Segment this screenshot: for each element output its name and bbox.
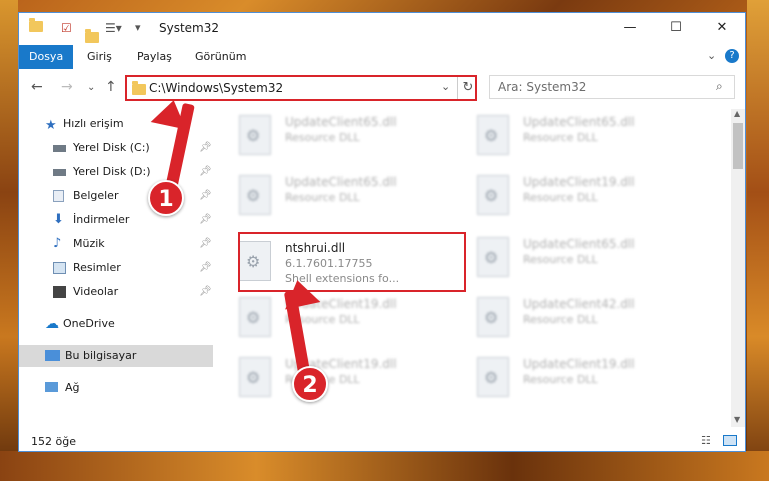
file-item[interactable]: UpdateClient65.dll Resource DLL: [467, 109, 695, 161]
sidebar-item-videos[interactable]: Videolar 📌︎: [19, 281, 213, 303]
pin-icon[interactable]: 📌︎: [199, 257, 212, 279]
scroll-thumb[interactable]: [733, 123, 743, 169]
dll-file-icon: [477, 357, 509, 397]
step-badge-2: 2: [292, 366, 328, 402]
pin-icon[interactable]: 📌︎: [199, 209, 212, 231]
dll-file-icon: [477, 115, 509, 155]
dll-file-icon: [477, 175, 509, 215]
cloud-icon: ☁: [45, 316, 59, 332]
minimize-button[interactable]: —: [607, 13, 653, 43]
maximize-button[interactable]: ☐: [653, 13, 699, 43]
step-badge-1: 1: [148, 180, 184, 216]
dll-file-icon: [477, 297, 509, 337]
file-item[interactable]: UpdateClient19.dll Resource DLL: [467, 169, 695, 221]
tab-file[interactable]: Dosya: [19, 45, 74, 69]
sidebar-item-local-disk-d[interactable]: Yerel Disk (D:) 📌︎: [19, 161, 213, 183]
drive-icon: [53, 169, 66, 176]
sidebar-item-network[interactable]: Ağ: [19, 377, 213, 399]
item-count: 152 öğe: [31, 435, 76, 448]
search-box[interactable]: Ara: System32 ⌕: [489, 75, 735, 99]
file-item[interactable]: UpdateClient65.dll Resource DLL: [229, 169, 457, 221]
quick-access-menu-icon[interactable]: ☰▾: [105, 21, 122, 37]
status-bar: 152 öğe ☷: [19, 431, 745, 451]
forward-arrow-icon[interactable]: →: [61, 79, 73, 95]
close-button[interactable]: ✕: [699, 13, 745, 43]
search-placeholder: Ara: System32: [498, 80, 587, 94]
file-item[interactable]: UpdateClient42.dll Resource DLL: [467, 291, 695, 343]
sidebar-item-downloads[interactable]: ⬇ İndirmeler 📌︎: [19, 209, 213, 231]
file-highlight-box: [238, 232, 466, 292]
dll-file-icon: [239, 357, 271, 397]
details-view-icon[interactable]: ☷: [701, 434, 711, 447]
new-folder-icon[interactable]: [85, 29, 99, 43]
download-icon: ⬇: [53, 212, 64, 227]
file-item[interactable]: UpdateClient65.dll Resource DLL: [229, 109, 457, 161]
dll-file-icon: [477, 237, 509, 277]
tab-home[interactable]: Giriş: [77, 45, 122, 69]
file-item[interactable]: UpdateClient65.dll Resource DLL: [467, 231, 695, 283]
address-bar[interactable]: C:\Windows\System32 ⌄ ↻: [125, 75, 477, 101]
dll-file-icon: [239, 175, 271, 215]
tiles-view-icon[interactable]: [723, 435, 737, 446]
address-dropdown-icon[interactable]: ⌄: [441, 80, 450, 93]
search-icon: ⌕: [716, 79, 723, 93]
scroll-up-icon[interactable]: ▲: [734, 109, 740, 118]
folder-icon: [132, 81, 146, 95]
file-item[interactable]: UpdateClient19.dll Resource DLL: [229, 291, 457, 343]
pin-icon[interactable]: 📌︎: [199, 185, 212, 207]
network-icon: [45, 382, 58, 392]
pin-icon[interactable]: 📌︎: [199, 161, 212, 183]
videos-icon: [53, 286, 66, 298]
expand-ribbon-icon[interactable]: ⌄: [707, 49, 716, 62]
scroll-down-icon[interactable]: ▼: [734, 415, 740, 424]
file-item[interactable]: UpdateClient19.dll Resource DLL: [467, 351, 695, 403]
file-item[interactable]: UpdateClient19.dll Resource DLL: [229, 351, 457, 403]
sidebar-item-music[interactable]: ♪ Müzik 📌︎: [19, 233, 213, 255]
dll-file-icon: [239, 297, 271, 337]
star-icon: ★: [45, 118, 57, 133]
computer-icon: [45, 350, 60, 361]
sidebar-item-onedrive[interactable]: ☁ OneDrive: [19, 313, 213, 335]
ribbon-tabs: Dosya Giriş Paylaş Görünüm ⌄ ?: [19, 45, 745, 69]
pictures-icon: [53, 262, 66, 274]
sidebar-item-this-pc[interactable]: Bu bilgisayar: [19, 345, 213, 367]
title-bar: ☑ ☰▾ ▾ System32 — ☐ ✕: [19, 13, 745, 45]
documents-icon: [53, 190, 64, 202]
tab-view[interactable]: Görünüm: [185, 45, 256, 69]
customize-toolbar-icon[interactable]: ▾: [135, 21, 141, 37]
up-arrow-icon[interactable]: ↑: [105, 79, 117, 95]
window-title: System32: [159, 21, 220, 35]
pin-icon[interactable]: 📌︎: [199, 281, 212, 303]
navigation-bar: ← → ⌄ ↑ C:\Windows\System32 ⌄ ↻ Ara: Sys…: [19, 75, 745, 101]
refresh-icon[interactable]: ↻: [457, 77, 478, 99]
sidebar-item-pictures[interactable]: Resimler 📌︎: [19, 257, 213, 279]
recent-locations-icon[interactable]: ⌄: [87, 82, 95, 93]
back-arrow-icon[interactable]: ←: [31, 79, 43, 95]
pin-icon[interactable]: 📌︎: [199, 137, 212, 159]
dll-file-icon: [239, 115, 271, 155]
help-icon[interactable]: ?: [725, 49, 739, 63]
drive-icon: [53, 145, 66, 152]
folder-icon: [29, 18, 43, 32]
properties-icon[interactable]: ☑: [61, 21, 72, 37]
tab-share[interactable]: Paylaş: [127, 45, 182, 69]
address-path: C:\Windows\System32: [149, 81, 284, 95]
pin-icon[interactable]: 📌︎: [199, 233, 212, 255]
vertical-scrollbar[interactable]: ▲ ▼: [731, 109, 745, 427]
music-icon: ♪: [53, 236, 62, 251]
